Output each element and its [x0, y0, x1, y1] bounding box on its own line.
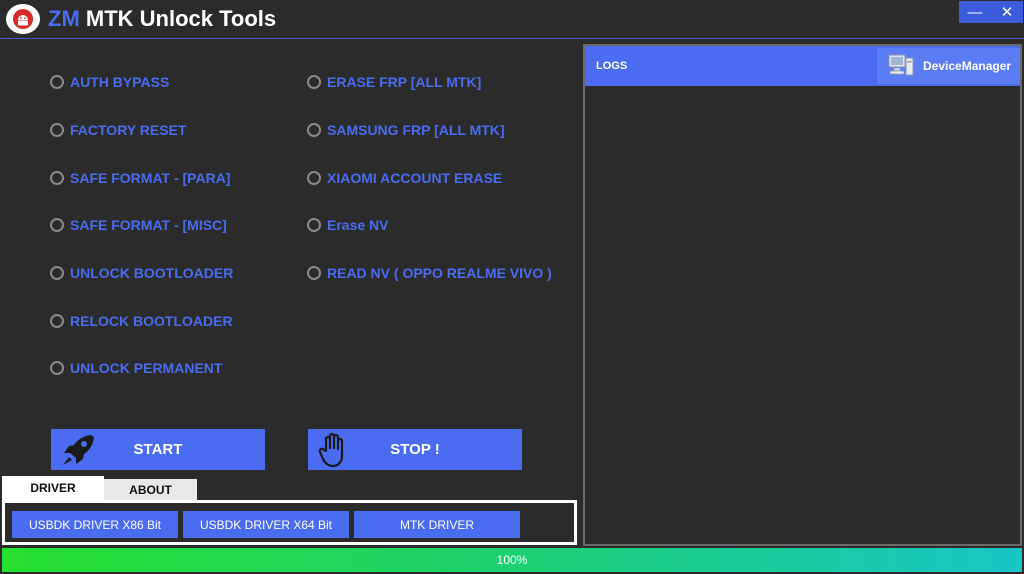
minimize-button[interactable]: —: [959, 1, 991, 23]
radio-button[interactable]: [307, 218, 321, 232]
option-relock-bootloader[interactable]: RELOCK BOOTLOADER: [50, 311, 233, 331]
option-samsung-frp[interactable]: SAMSUNG FRP [ALL MTK]: [307, 120, 505, 140]
logs-panel: LOGS DeviceManager: [583, 44, 1022, 546]
progress-text: 100%: [496, 553, 528, 567]
close-button[interactable]: ✕: [991, 1, 1023, 23]
mtk-driver-button[interactable]: MTK DRIVER: [354, 511, 520, 538]
option-erase-frp[interactable]: ERASE FRP [ALL MTK]: [307, 72, 481, 92]
option-erase-nv[interactable]: Erase NV: [307, 215, 388, 235]
radio-button[interactable]: [307, 123, 321, 137]
option-label: UNLOCK BOOTLOADER: [70, 265, 234, 281]
option-xiaomi-account-erase[interactable]: XIAOMI ACCOUNT ERASE: [307, 168, 502, 188]
option-label: READ NV ( OPPO REALME VIVO ): [327, 265, 552, 281]
option-unlock-bootloader[interactable]: UNLOCK BOOTLOADER: [50, 263, 233, 283]
option-safe-format-para[interactable]: SAFE FORMAT - [PARA]: [50, 168, 230, 188]
android-icon: [6, 4, 40, 34]
radio-button[interactable]: [50, 171, 64, 185]
stop-button[interactable]: STOP !: [308, 429, 522, 470]
device-manager-label: DeviceManager: [923, 59, 1012, 73]
radio-button[interactable]: [307, 266, 321, 280]
radio-button[interactable]: [50, 123, 64, 137]
option-label: XIAOMI ACCOUNT ERASE: [327, 170, 503, 186]
option-auth-bypass[interactable]: AUTH BYPASS: [50, 72, 169, 92]
app-title: ZM MTK Unlock Tools: [48, 6, 276, 32]
option-factory-reset[interactable]: FACTORY RESET: [50, 120, 186, 140]
logs-header: LOGS DeviceManager: [585, 46, 1020, 86]
start-label: START: [133, 441, 183, 458]
usbdk-x86-button[interactable]: USBDK DRIVER X86 Bit: [12, 511, 178, 538]
progress-bar: 100%: [2, 548, 1022, 572]
option-read-nv[interactable]: READ NV ( OPPO REALME VIVO ): [307, 263, 552, 283]
option-label: UNLOCK PERMANENT: [70, 360, 223, 376]
device-manager-button[interactable]: DeviceManager: [877, 48, 1020, 84]
option-label: AUTH BYPASS: [70, 74, 170, 90]
radio-button[interactable]: [50, 361, 64, 375]
option-unlock-permanent[interactable]: UNLOCK PERMANENT: [50, 358, 222, 378]
option-label: SAMSUNG FRP [ALL MTK]: [327, 122, 505, 138]
option-safe-format-misc[interactable]: SAFE FORMAT - [MISC]: [50, 215, 227, 235]
usbdk-x64-button[interactable]: USBDK DRIVER X64 Bit: [183, 511, 349, 538]
radio-button[interactable]: [50, 314, 64, 328]
option-label: FACTORY RESET: [70, 122, 187, 138]
start-button[interactable]: START: [51, 429, 265, 470]
option-label: SAFE FORMAT - [PARA]: [70, 170, 231, 186]
hand-icon: [316, 431, 352, 473]
option-label: ERASE FRP [ALL MTK]: [327, 74, 482, 90]
app-title-text: MTK Unlock Tools: [85, 6, 277, 31]
tab-driver[interactable]: DRIVER: [2, 476, 104, 500]
computer-icon: [887, 52, 915, 81]
title-bar: ZM MTK Unlock Tools — ✕: [0, 0, 1024, 39]
radio-button[interactable]: [307, 75, 321, 89]
radio-button[interactable]: [307, 171, 321, 185]
driver-tab-panel: USBDK DRIVER X86 Bit USBDK DRIVER X64 Bi…: [2, 500, 577, 545]
tab-about[interactable]: ABOUT: [104, 479, 197, 500]
radio-button[interactable]: [50, 75, 64, 89]
logs-label: LOGS: [596, 60, 628, 72]
option-label: SAFE FORMAT - [MISC]: [70, 217, 227, 233]
stop-label: STOP !: [390, 441, 440, 458]
radio-button[interactable]: [50, 266, 64, 280]
app-brand: ZM: [48, 6, 80, 31]
option-label: Erase NV: [327, 217, 389, 233]
option-label: RELOCK BOOTLOADER: [70, 313, 233, 329]
rocket-icon: [59, 431, 99, 473]
radio-button[interactable]: [50, 218, 64, 232]
